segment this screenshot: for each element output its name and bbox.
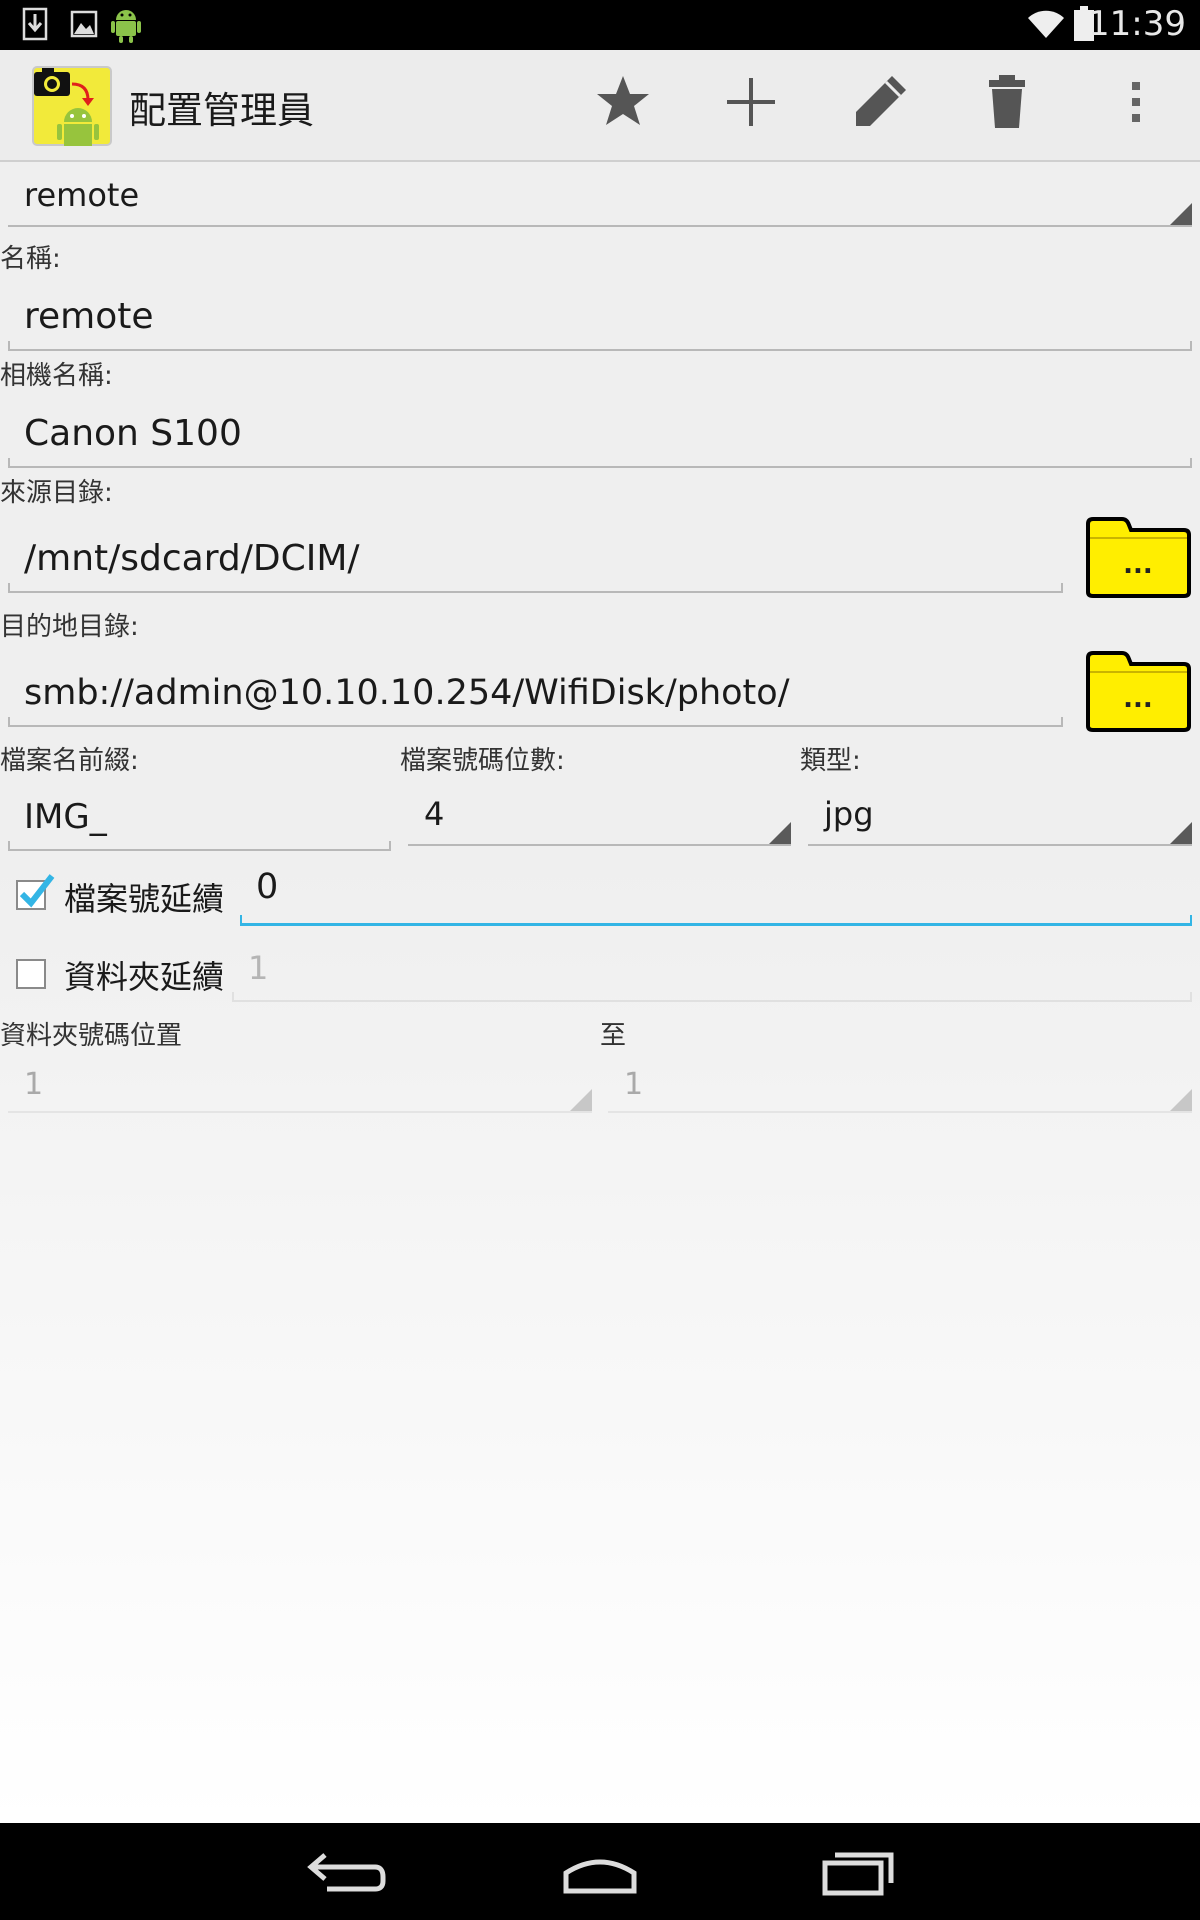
add-icon[interactable] [716,72,786,138]
dest-browse-button[interactable]: ... [1084,650,1192,732]
folder-continue-label: 資料夾延續 [64,958,225,996]
file-continue-label: 檔案號延續 [64,880,225,918]
folder-position-to-selector[interactable]: 1 [608,1059,1192,1113]
profile-selector-value: remote [24,176,140,214]
source-browse-label: ... [1123,550,1153,580]
dest-dir-label: 目的地目錄: [0,612,139,642]
source-browse-button[interactable]: ... [1084,516,1192,598]
dropdown-arrow-icon [1170,203,1192,225]
file-digits-label: 檔案號碼位數: [400,746,565,776]
folder-position-from-selector[interactable]: 1 [8,1059,592,1113]
file-continue-checkbox[interactable] [16,874,55,910]
dropdown-arrow-icon [570,1089,592,1111]
file-digits-value: 4 [424,795,445,833]
file-prefix-field[interactable]: IMG_ [8,786,391,851]
navigation-bar [0,1823,1200,1920]
folder-position-to-label: 至 [600,1021,627,1051]
app-logo-icon[interactable] [30,64,114,148]
status-clock: 11:39 [1088,4,1186,44]
dropdown-arrow-icon [769,822,791,844]
checkmark-icon [19,874,55,908]
dest-dir-field[interactable]: smb://admin@10.10.10.254/WifiDisk/photo/ [8,662,1063,727]
wifi-icon [1026,8,1066,44]
camera-name-label: 相機名稱: [0,361,113,391]
status-bar: 11:39 [0,0,1200,50]
android-icon [108,4,144,48]
source-dir-field[interactable]: /mnt/sdcard/DCIM/ [8,528,1063,593]
name-field[interactable]: remote [8,286,1192,351]
image-icon [70,7,98,45]
delete-trash-icon[interactable] [972,72,1042,138]
folder-continue-number-field[interactable]: 1 [232,937,1192,1002]
folder-position-from-value: 1 [24,1067,44,1102]
edit-pencil-icon[interactable] [845,72,915,138]
file-type-selector[interactable]: jpg [808,784,1192,846]
config-form: remote 名稱: remote 相機名稱: Canon S100 來源目錄:… [0,162,1200,1823]
file-type-label: 類型: [800,746,861,776]
profile-selector[interactable]: remote [8,165,1192,227]
folder-continue-checkbox[interactable] [16,959,46,989]
favorite-star-icon[interactable] [588,72,658,138]
back-icon[interactable] [283,1843,403,1899]
file-type-value: jpg [824,795,874,833]
file-digits-selector[interactable]: 4 [408,784,791,846]
home-icon[interactable] [540,1843,660,1899]
file-continue-number-field[interactable]: 0 [240,856,1192,926]
dropdown-arrow-icon [1170,1089,1192,1111]
file-prefix-label: 檔案名前綴: [0,746,139,776]
download-icon [22,7,48,45]
folder-number-position-label: 資料夾號碼位置 [0,1021,183,1051]
source-dir-label: 來源目錄: [0,478,113,508]
page-title: 配置管理員 [129,89,314,132]
dest-browse-label: ... [1123,684,1153,714]
camera-name-field[interactable]: Canon S100 [8,403,1192,468]
folder-position-to-value: 1 [624,1067,644,1102]
action-bar: 配置管理員 [0,50,1200,162]
dropdown-arrow-icon [1170,822,1192,844]
recent-apps-icon[interactable] [797,1843,917,1899]
overflow-menu-icon[interactable] [1100,72,1172,138]
name-label: 名稱: [0,244,61,274]
